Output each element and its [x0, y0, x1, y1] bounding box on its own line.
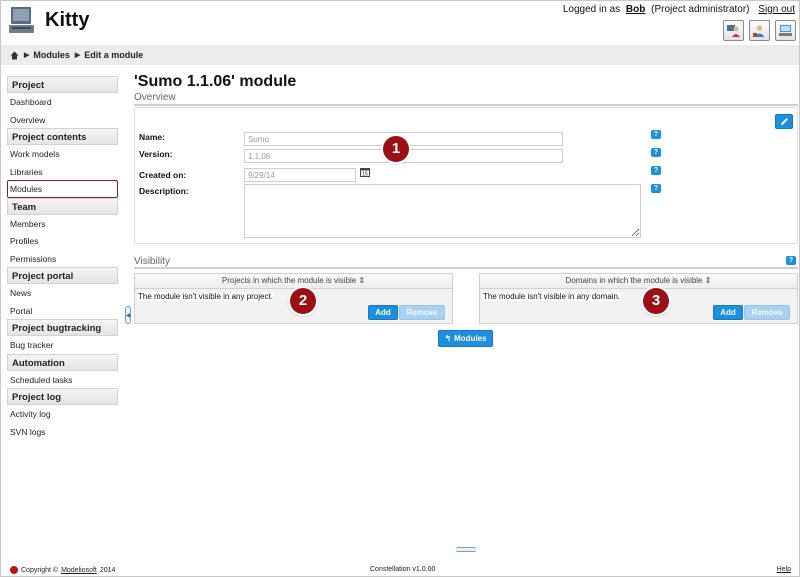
back-to-modules-button[interactable]: ↰ Modules — [438, 330, 493, 347]
copyright: Copyright © Modeliosoft 2014 — [10, 566, 115, 574]
description-help-icon[interactable]: ? — [651, 184, 661, 193]
person-icon — [753, 25, 765, 37]
visibility-section-label: Visibility — [134, 256, 170, 267]
modeliosoft-link[interactable]: Modeliosoft — [61, 567, 97, 574]
sort-icon: ⇕ — [358, 276, 366, 285]
remove-project-button[interactable]: Remove — [399, 305, 445, 320]
domains-empty-text: The module isn't visible in any domain. — [482, 292, 622, 301]
name-label: Name: — [139, 132, 165, 142]
created-on-field[interactable] — [244, 168, 356, 182]
breadcrumb-arrow-icon: ▶ — [74, 52, 81, 59]
copyright-year: 2014 — [99, 566, 116, 574]
user-link[interactable]: Bob — [626, 4, 645, 15]
projects-empty-text: The module isn't visible in any project. — [137, 292, 274, 301]
login-status: Logged in as Bob (Project administrator)… — [563, 4, 795, 15]
add-domain-button[interactable]: Add — [713, 305, 743, 320]
person-icon — [779, 25, 792, 36]
sidebar-section-bugtracking: Project bugtracking — [7, 319, 118, 336]
role-button-2[interactable] — [749, 20, 770, 41]
top-bar: Kitty Logged in as Bob (Project administ… — [1, 1, 799, 45]
domains-panel-title: Domains in which the module is visible — [565, 276, 703, 285]
version-label: Version: — [139, 149, 173, 159]
sidebar-item-profiles[interactable]: Profiles — [7, 232, 118, 250]
callout-1: 1 — [383, 136, 409, 162]
user-role: (Project administrator) — [651, 4, 750, 15]
sidebar-section-project: Project — [7, 76, 118, 93]
sidebar-section-project-contents: Project contents — [7, 128, 118, 145]
remove-domain-button[interactable]: Remove — [744, 305, 790, 320]
help-link[interactable]: Help — [777, 566, 791, 573]
sidebar-section-automation: Automation — [7, 353, 118, 371]
sidebar-item-activity-log[interactable]: Activity log — [7, 405, 118, 423]
breadcrumb-edit-module: Edit a module — [84, 50, 144, 60]
sidebar-item-overview[interactable]: Overview — [7, 111, 118, 129]
footer: Copyright © Modeliosoft 2014 Constellati… — [1, 564, 799, 577]
sidebar-section-project-log: Project log — [7, 388, 118, 405]
sidebar-item-svn-logs[interactable]: SVN logs — [7, 423, 118, 441]
domains-panel-body: The module isn't visible in any domain. … — [480, 289, 797, 323]
domains-visibility-panel: Domains in which the module is visible ⇕… — [479, 273, 798, 324]
created-on-help-icon[interactable]: ? — [651, 166, 661, 175]
home-icon[interactable] — [10, 51, 19, 60]
sidebar-item-scheduled-tasks[interactable]: Scheduled tasks — [7, 371, 118, 389]
projects-panel-title: Projects in which the module is visible — [221, 276, 357, 285]
sign-out-link[interactable]: Sign out — [758, 4, 795, 15]
copyright-prefix: Copyright © — [21, 566, 59, 574]
sidebar-item-portal[interactable]: Portal — [7, 302, 118, 320]
sidebar-item-work-models[interactable]: Work models — [7, 145, 118, 163]
computer-logo-icon — [9, 7, 34, 33]
back-arrow-icon: ↰ — [444, 334, 452, 343]
back-to-modules-label: Modules — [454, 334, 487, 343]
callout-2: 2 — [290, 288, 316, 314]
breadcrumb: ▶ Modules ▶ Edit a module — [1, 45, 799, 65]
role-buttons — [723, 20, 796, 41]
overview-section-label: Overview — [134, 92, 176, 103]
app-title: Kitty — [45, 9, 90, 31]
name-help-icon[interactable]: ? — [651, 130, 661, 139]
domains-panel-header[interactable]: Domains in which the module is visible ⇕ — [480, 274, 797, 289]
sidebar-item-dashboard[interactable]: Dashboard — [7, 93, 118, 111]
sidebar-section-team: Team — [7, 197, 118, 215]
sidebar: Project Dashboard Overview Project conte… — [7, 76, 118, 440]
logged-in-label: Logged in as — [562, 4, 621, 15]
pencil-icon — [780, 118, 788, 125]
sidebar-item-news[interactable]: News — [7, 284, 118, 302]
overview-panel: Name: ? Version: ? Created on: 15 ? Desc… — [134, 107, 798, 244]
sort-icon: ⇕ — [704, 276, 712, 285]
svg-text:15: 15 — [362, 172, 368, 177]
add-project-button[interactable]: Add — [368, 305, 398, 320]
overview-divider — [134, 104, 798, 106]
sidebar-item-libraries[interactable]: Libraries — [7, 163, 118, 181]
sidebar-section-project-portal: Project portal — [7, 267, 118, 284]
breadcrumb-modules[interactable]: Modules — [33, 50, 70, 60]
sidebar-item-modules[interactable]: Modules — [7, 180, 118, 198]
created-on-label: Created on: — [139, 170, 187, 180]
callout-3: 3 — [643, 288, 669, 314]
page-title: 'Sumo 1.1.06' module — [134, 73, 297, 90]
sidebar-item-members[interactable]: Members — [7, 215, 118, 233]
bottom-panel-handle[interactable] — [456, 547, 476, 552]
edit-button[interactable] — [775, 114, 793, 129]
role-button-3[interactable] — [775, 20, 796, 41]
visibility-divider — [134, 267, 798, 269]
version-text: Constellation v1.0.00 — [370, 566, 436, 573]
role-button-1[interactable] — [723, 20, 744, 41]
calendar-icon[interactable]: 15 — [360, 167, 370, 177]
modeliosoft-logo-icon — [10, 566, 18, 574]
breadcrumb-arrow-icon: ▶ — [24, 52, 30, 59]
sidebar-item-permissions[interactable]: Permissions — [7, 250, 118, 268]
version-help-icon[interactable]: ? — [651, 148, 661, 157]
sidebar-item-bug-tracker[interactable]: Bug tracker — [7, 336, 118, 354]
sidebar-collapse-handle[interactable]: ◀ — [125, 306, 131, 324]
description-field[interactable] — [244, 184, 641, 238]
description-label: Description: — [139, 186, 189, 196]
projects-panel-header[interactable]: Projects in which the module is visible … — [135, 274, 452, 289]
visibility-help-icon[interactable]: ? — [786, 256, 796, 265]
person-icon — [727, 25, 740, 37]
